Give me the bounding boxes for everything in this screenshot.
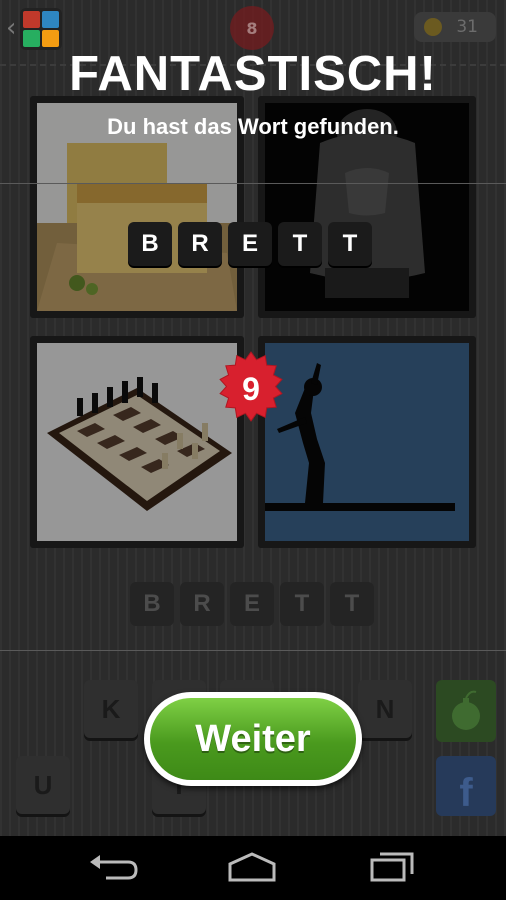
bomb-hint-button[interactable]	[436, 680, 496, 742]
letter-key[interactable]: K	[84, 680, 138, 738]
continue-button[interactable]: Weiter	[144, 692, 362, 786]
answer-slot: T	[330, 582, 374, 626]
game-screen: ‹ 8 31 FANTASTISCH! Du hast das Wort gef…	[0, 0, 506, 836]
solved-letter-tile: T	[278, 222, 322, 266]
answer-slot: E	[230, 582, 274, 626]
image-dim	[37, 343, 237, 541]
chess-image	[37, 343, 237, 541]
home-icon[interactable]	[222, 846, 282, 890]
continue-label: Weiter	[150, 698, 356, 780]
answer-slot: B	[130, 582, 174, 626]
coin-icon	[424, 18, 442, 36]
android-nav-bar	[0, 836, 506, 900]
divider-line	[0, 650, 506, 651]
next-level-number: 9	[242, 370, 260, 407]
app-logo-icon[interactable]	[20, 8, 62, 50]
back-arrow-icon[interactable]: ‹	[6, 12, 16, 44]
solved-letter-tile: B	[128, 222, 172, 266]
solved-letter-tile: R	[178, 222, 222, 266]
solved-letter-tile: T	[328, 222, 372, 266]
answer-slot: T	[280, 582, 324, 626]
success-subtitle: Du hast das Wort gefunden.	[107, 114, 399, 139]
divider-line	[0, 183, 506, 184]
facebook-share-button[interactable]: f	[436, 756, 496, 816]
answer-slot: R	[180, 582, 224, 626]
recent-apps-icon[interactable]	[362, 846, 422, 890]
letter-key[interactable]: N	[358, 680, 412, 738]
level-badge: 8	[230, 6, 274, 50]
solved-letter-tile: E	[228, 222, 272, 266]
coin-count: 31	[456, 17, 478, 37]
picture-silhouette[interactable]	[258, 336, 476, 548]
letter-key[interactable]: U	[16, 756, 70, 814]
success-title: FANTASTISCH!	[69, 47, 437, 101]
bomb-icon	[452, 690, 480, 730]
back-icon[interactable]	[82, 846, 142, 890]
coin-counter[interactable]: 31	[414, 12, 496, 42]
facebook-icon: f	[459, 771, 473, 815]
silhouette-image	[265, 343, 469, 541]
